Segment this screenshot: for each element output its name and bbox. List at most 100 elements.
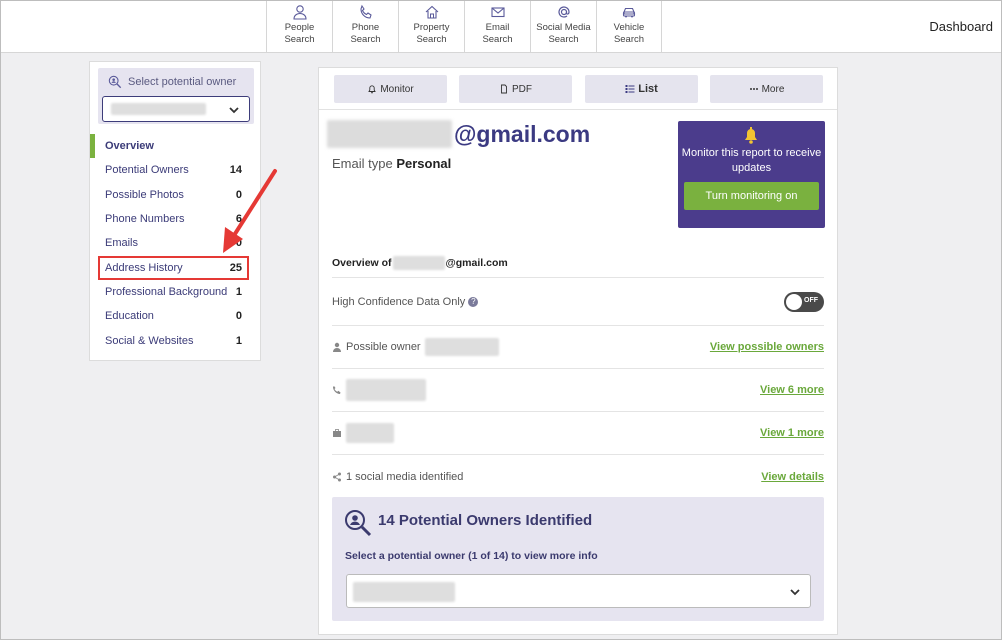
monitor-button[interactable]: Monitor: [334, 75, 447, 103]
share-icon: [333, 472, 341, 481]
nav-label-line1: Vehicle: [613, 22, 645, 33]
dashboard-link[interactable]: Dashboard: [929, 19, 993, 34]
sidebar-item-label: Potential Owners: [105, 164, 189, 177]
high-confidence-toggle[interactable]: OFF: [784, 292, 824, 312]
nav-social-media-search[interactable]: Social Media Search: [530, 1, 596, 53]
report-toolbar: Monitor PDF List More: [319, 68, 837, 110]
sidebar-item-potential-owners[interactable]: Potential Owners 14: [90, 158, 260, 182]
nav-label-line1: Property: [413, 22, 450, 33]
sidebar-item-education[interactable]: Education 0: [90, 304, 260, 328]
view-details-link[interactable]: View details: [761, 471, 824, 483]
sidebar-item-count: 6: [235, 213, 242, 226]
nav-label-line1: Social Media: [536, 22, 591, 33]
nav-property-search[interactable]: Property Search: [398, 1, 464, 53]
sidebar-item-count: 0: [235, 188, 242, 201]
overview-prefix: Overview of: [332, 256, 392, 269]
sidebar-item-social-websites[interactable]: Social & Websites 1: [90, 328, 260, 352]
nav-label-line1: Email: [485, 22, 510, 33]
pdf-button[interactable]: PDF: [459, 75, 572, 103]
sidebar-item-emails[interactable]: Emails 0: [90, 231, 260, 255]
search-person-icon: [108, 75, 122, 89]
view-1-more-link[interactable]: View 1 more: [760, 427, 824, 439]
sidebar-item-label: Overview: [105, 140, 154, 153]
sidebar-item-professional-background[interactable]: Professional Background 1: [90, 280, 260, 304]
potential-owners-panel: 14 Potential Owners Identified Select a …: [332, 497, 824, 621]
phone-icon: [359, 4, 372, 19]
redacted-email-user: [392, 255, 445, 270]
social-media-row: 1 social media identified View details: [332, 455, 824, 498]
view-possible-owners-link[interactable]: View possible owners: [710, 341, 824, 353]
sidebar-item-label: Emails: [105, 237, 139, 250]
nav-phone-search[interactable]: Phone Search: [332, 1, 398, 53]
more-button-label: More: [761, 83, 785, 95]
nav-label-line2: Search: [613, 34, 645, 45]
potential-owner-dropdown[interactable]: [346, 574, 811, 608]
nav-label-line2: Search: [482, 34, 513, 45]
nav-vehicle-search[interactable]: Vehicle Search: [596, 1, 662, 53]
chevron-down-icon: [229, 107, 239, 114]
overview-suffix: @gmail.com: [445, 256, 508, 269]
list-button[interactable]: List: [585, 75, 698, 103]
search-nav: People Search Phone Search Property Sear…: [266, 1, 662, 53]
view-6-more-link[interactable]: View 6 more: [760, 384, 824, 396]
sidebar-section-list: Overview Potential Owners 14 Possible Ph…: [90, 134, 260, 353]
owner-select-panel: Select potential owner: [98, 68, 254, 124]
pdf-button-label: PDF: [512, 83, 532, 95]
search-person-icon: [345, 510, 372, 537]
nav-label-line2: Search: [284, 34, 315, 45]
high-confidence-row: High Confidence Data Only ? OFF: [332, 279, 824, 326]
document-icon: [501, 84, 507, 94]
sidebar-item-label: Address History: [105, 261, 183, 274]
sidebar-item-overview[interactable]: Overview: [90, 134, 260, 159]
toggle-state: OFF: [804, 297, 818, 304]
nav-email-search[interactable]: Email Search: [464, 1, 530, 53]
person-icon: [333, 342, 341, 352]
phone-icon: [333, 386, 341, 394]
email-domain: @gmail.com: [454, 120, 591, 147]
sidebar-item-phone-numbers[interactable]: Phone Numbers 6: [90, 207, 260, 231]
nav-people-search[interactable]: People Search: [266, 1, 332, 53]
sidebar-item-label: Professional Background: [105, 285, 228, 298]
envelope-icon: [490, 7, 505, 18]
house-icon: [425, 5, 438, 19]
email-type-label: Email type: [332, 156, 393, 171]
redacted-owner-name: [111, 103, 206, 115]
nav-label-line1: People: [284, 22, 315, 33]
bell-icon: [745, 127, 757, 144]
sidebar-item-count: 0: [235, 237, 242, 250]
help-icon[interactable]: ?: [468, 297, 479, 307]
high-confidence-label: High Confidence Data Only: [332, 296, 466, 308]
redacted-owner-name: [424, 338, 499, 356]
monitor-button-label: Monitor: [380, 83, 414, 95]
monitor-promo-card: Monitor this report to receive updates T…: [678, 121, 825, 228]
turn-monitoring-on-button[interactable]: Turn monitoring on: [684, 182, 819, 210]
person-icon: [292, 5, 307, 20]
job-row: View 1 more: [332, 412, 824, 455]
phone-row: View 6 more: [332, 369, 824, 412]
sidebar-item-address-history[interactable]: Address History 25: [90, 255, 260, 279]
nav-label-line2: Search: [416, 34, 447, 45]
social-media-label: 1 social media identified: [346, 470, 464, 483]
potential-owners-subtitle: Select a potential owner (1 of 14) to vi…: [345, 550, 598, 562]
top-nav-bar: People Search Phone Search Property Sear…: [1, 1, 1001, 53]
owner-select-dropdown[interactable]: [102, 96, 250, 122]
overview-heading-row: Overview of @gmail.com: [332, 248, 824, 278]
car-icon: [622, 7, 636, 18]
monitor-promo-text: Monitor this report to receive updates: [681, 147, 822, 174]
list-icon: [625, 85, 635, 93]
toggle-knob: [786, 294, 802, 310]
nav-label-line2: Search: [350, 34, 381, 45]
sidebar-item-possible-photos[interactable]: Possible Photos 0: [90, 183, 260, 207]
owner-select-heading: Select potential owner: [108, 75, 236, 89]
sidebar-item-label: Phone Numbers: [105, 213, 185, 226]
sidebar-item-count: 1: [235, 285, 242, 298]
chevron-down-icon: [790, 589, 800, 596]
more-button[interactable]: More: [710, 75, 823, 103]
sidebar-item-count: 0: [235, 310, 242, 323]
briefcase-icon: [333, 429, 341, 437]
redacted-phone-number: [346, 379, 426, 401]
sidebar-item-label: Possible Photos: [105, 188, 184, 201]
sidebar-item-count: 25: [229, 261, 242, 274]
redacted-email-user: [327, 120, 452, 148]
sidebar-item-count: 1: [235, 334, 242, 347]
